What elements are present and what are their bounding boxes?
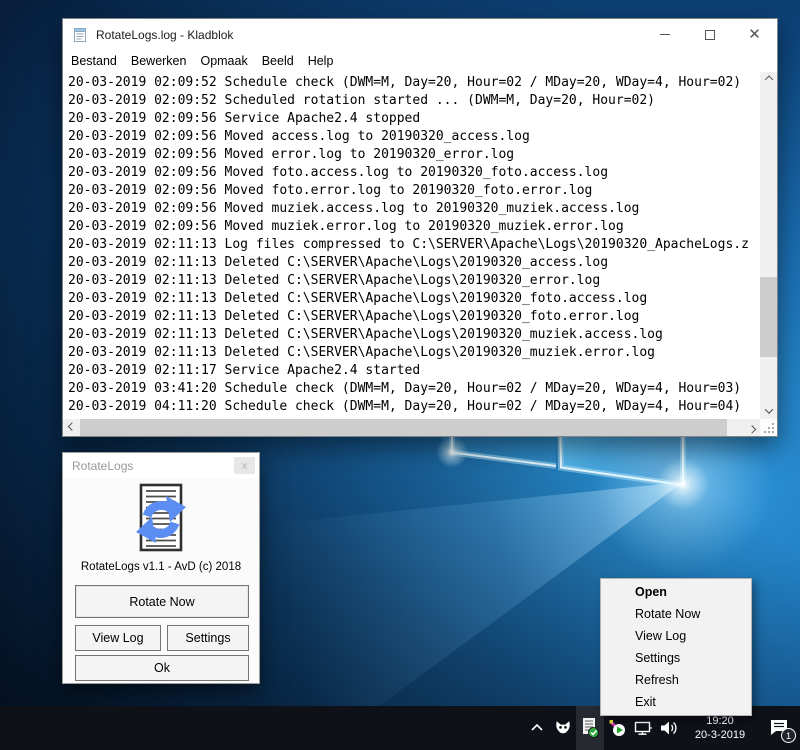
log-text-area[interactable]: 20-03-2019 02:09:52 Schedule check (DWM=… (63, 72, 760, 419)
minimize-icon (660, 34, 670, 35)
scroll-down-button[interactable] (760, 402, 777, 419)
network-icon (634, 719, 653, 737)
tray-antivirus-button[interactable] (550, 706, 576, 750)
notepad-titlebar[interactable]: RotateLogs.log - Kladblok ✕ (63, 19, 777, 50)
settings-button[interactable]: Settings (167, 625, 249, 651)
minimize-button[interactable] (642, 19, 687, 50)
taskbar-clock[interactable]: 19:20 20-3-2019 (684, 714, 756, 742)
log-line: 20-03-2019 02:09:52 Scheduled rotation s… (68, 92, 760, 110)
context-menu-item[interactable]: Settings (601, 647, 751, 669)
clock-time: 19:20 (684, 714, 756, 728)
chevron-left-icon (67, 422, 75, 430)
log-line: 20-03-2019 02:11:17 Service Apache2.4 st… (68, 362, 760, 380)
notepad-icon (72, 27, 88, 43)
context-menu-item[interactable]: Rotate Now (601, 603, 751, 625)
scroll-left-button[interactable] (63, 419, 80, 436)
chevron-up-icon (529, 720, 545, 736)
log-line: 20-03-2019 02:09:56 Moved error.log to 2… (68, 146, 760, 164)
menubar-item[interactable]: Opmaak (193, 50, 254, 72)
media-play-icon (608, 719, 626, 737)
window-title: RotateLogs.log - Kladblok (96, 28, 233, 42)
log-line: 20-03-2019 02:09:52 Schedule check (DWM=… (68, 74, 760, 92)
context-menu-item[interactable]: Exit (601, 691, 751, 713)
view-log-button[interactable]: View Log (75, 625, 161, 651)
log-line: 20-03-2019 02:09:56 Moved muziek.access.… (68, 200, 760, 218)
resize-grip-icon (760, 419, 777, 436)
rotatelogs-title: RotateLogs (72, 459, 133, 473)
volume-icon (660, 719, 679, 737)
action-center-button[interactable]: 1 (758, 706, 800, 750)
log-line: 20-03-2019 02:11:13 Deleted C:\SERVER\Ap… (68, 326, 760, 344)
notification-badge: 1 (781, 728, 796, 743)
context-menu-item[interactable]: Open (601, 581, 751, 603)
log-line: 20-03-2019 02:11:13 Deleted C:\SERVER\Ap… (68, 308, 760, 326)
log-line: 20-03-2019 02:09:56 Moved muziek.error.l… (68, 218, 760, 236)
horizontal-scrollbar[interactable] (63, 419, 760, 436)
log-line: 20-03-2019 02:11:13 Deleted C:\SERVER\Ap… (68, 254, 760, 272)
context-menu-item[interactable]: Refresh (601, 669, 751, 691)
maximize-icon (705, 30, 715, 40)
chevron-down-icon (764, 405, 772, 413)
context-menu-item[interactable]: View Log (601, 625, 751, 647)
close-icon: ✕ (748, 27, 761, 42)
ok-button[interactable]: Ok (75, 655, 249, 681)
vertical-scrollbar[interactable] (760, 72, 777, 419)
rotate-document-icon (128, 483, 194, 555)
log-line: 20-03-2019 02:09:56 Moved foto.access.lo… (68, 164, 760, 182)
log-line: 20-03-2019 02:09:56 Moved access.log to … (68, 128, 760, 146)
close-button[interactable]: ✕ (732, 19, 777, 50)
horizontal-scroll-thumb[interactable] (80, 419, 727, 436)
clock-date: 20-3-2019 (684, 728, 756, 742)
rotate-now-button[interactable]: Rotate Now (75, 585, 249, 618)
rotatelogs-window: RotateLogs x RotateLogs v1.1 - AvD (c) 2… (62, 452, 260, 684)
scroll-right-button[interactable] (743, 419, 760, 436)
tray-context-menu: OpenRotate NowView LogSettingsRefreshExi… (600, 578, 752, 716)
log-line: 20-03-2019 04:11:20 Schedule check (DWM=… (68, 398, 760, 416)
antivirus-icon (554, 719, 572, 737)
menubar-item[interactable]: Bestand (64, 50, 124, 72)
notepad-menubar: BestandBewerkenOpmaakBeeldHelp (63, 50, 777, 72)
log-line: 20-03-2019 02:11:13 Deleted C:\SERVER\Ap… (68, 344, 760, 362)
log-line: 20-03-2019 03:41:20 Schedule check (DWM=… (68, 380, 760, 398)
scroll-up-button[interactable] (760, 72, 777, 89)
menubar-item[interactable]: Help (301, 50, 341, 72)
resize-grip[interactable] (760, 419, 777, 436)
app-version-caption: RotateLogs v1.1 - AvD (c) 2018 (63, 561, 259, 573)
log-line: 20-03-2019 02:09:56 Service Apache2.4 st… (68, 110, 760, 128)
menubar-item[interactable]: Beeld (255, 50, 301, 72)
chevron-up-icon (764, 75, 772, 83)
log-line: 20-03-2019 02:11:13 Log files compressed… (68, 236, 760, 254)
vertical-scroll-thumb[interactable] (760, 277, 777, 357)
rotatelogs-tray-icon (580, 717, 600, 739)
log-line: 20-03-2019 02:11:13 Deleted C:\SERVER\Ap… (68, 272, 760, 290)
rotatelogs-titlebar[interactable]: RotateLogs x (63, 453, 259, 478)
maximize-button[interactable] (687, 19, 732, 50)
chevron-right-icon (747, 425, 755, 433)
menubar-item[interactable]: Bewerken (124, 50, 194, 72)
log-line: 20-03-2019 02:09:56 Moved foto.error.log… (68, 182, 760, 200)
tray-overflow-button[interactable] (524, 706, 550, 750)
notepad-window: RotateLogs.log - Kladblok ✕ BestandBewer… (62, 18, 778, 437)
rotatelogs-close-button[interactable]: x (234, 457, 255, 474)
log-line: 20-03-2019 02:11:13 Deleted C:\SERVER\Ap… (68, 290, 760, 308)
